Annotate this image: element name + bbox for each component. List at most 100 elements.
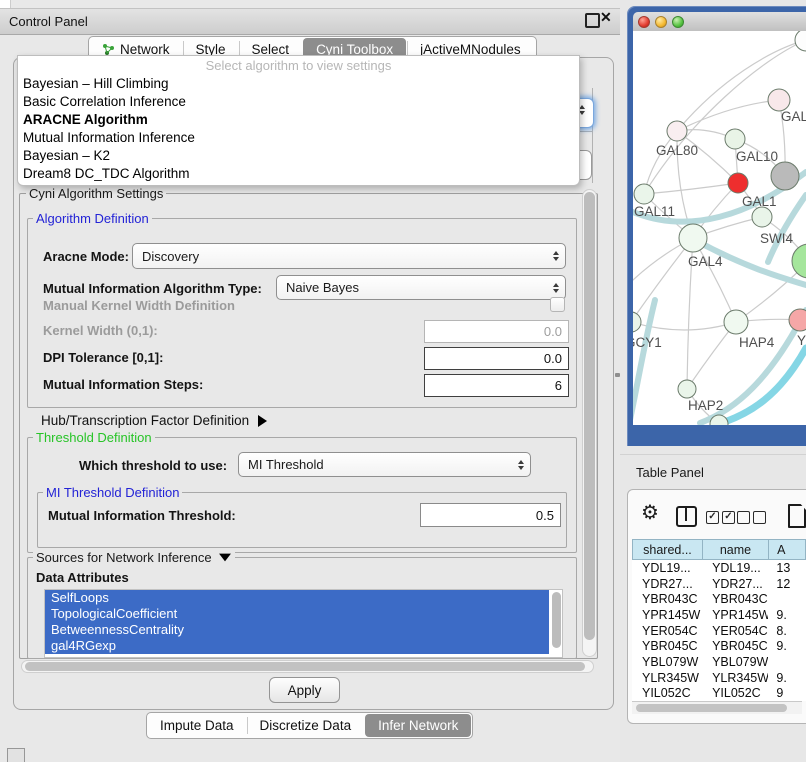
mi-algorithm-type-label: Mutual Information Algorithm Type:	[43, 281, 262, 296]
show-columns-icon[interactable]	[676, 506, 697, 527]
mi-threshold-input[interactable]: 0.5	[420, 503, 561, 527]
table-cell: YLR345W	[632, 671, 702, 685]
table-row[interactable]: YPR145WYPR145W9.	[632, 607, 806, 623]
table-row[interactable]: YDR27...YDR27...12	[632, 576, 806, 592]
mi-steps-input[interactable]: 6	[424, 374, 569, 397]
data-attributes-label: Data Attributes	[36, 570, 129, 585]
top-left-notch	[0, 0, 11, 8]
splitter-handle[interactable]	[615, 373, 620, 377]
network-node-gal1[interactable]	[728, 173, 748, 193]
table-row[interactable]: YER054CYER054C8.	[632, 623, 806, 639]
table-row[interactable]: YLR345WYLR345W9.	[632, 670, 806, 686]
tab-label: Discretize Data	[260, 718, 352, 733]
network-node-swi4[interactable]	[752, 207, 772, 227]
network-node[interactable]	[792, 244, 806, 278]
tab-label: Impute Data	[160, 718, 234, 733]
sources-group-title-row[interactable]: Sources for Network Inference	[33, 550, 235, 565]
table-row[interactable]: YBL079WYBL079W	[632, 654, 806, 670]
which-threshold-value: MI Threshold	[248, 457, 324, 472]
table-cell: 13	[768, 561, 806, 575]
close-traffic-light-icon[interactable]	[638, 16, 650, 28]
new-table-file-icon[interactable]	[788, 504, 806, 528]
settings-vertical-scrollbar[interactable]	[582, 189, 597, 657]
list-scrollbar[interactable]	[552, 592, 561, 648]
network-graph[interactable]: GALGAL80GAL10GAL1GAL11GAL4SWI4GCY1HAP4YH…	[633, 31, 806, 425]
algorithm-option[interactable]: Basic Correlation Inference	[18, 93, 579, 111]
network-node-gal10[interactable]	[725, 129, 745, 149]
table-settings-gear-icon[interactable]: ⚙	[641, 503, 659, 523]
table-row[interactable]: YIL052CYIL052C9	[632, 686, 806, 702]
network-node-y[interactable]	[789, 309, 806, 331]
apply-button[interactable]: Apply	[269, 677, 340, 703]
table-horizontal-scrollbar[interactable]	[632, 701, 802, 714]
select-all-checkboxes-icon[interactable]: ✓ ✓	[706, 511, 735, 524]
algorithm-option[interactable]: Bayesian – K2	[18, 147, 579, 165]
network-edge-thin[interactable]	[644, 183, 738, 194]
network-node[interactable]	[795, 31, 806, 51]
table-row[interactable]: YBR045CYBR045C9.	[632, 638, 806, 654]
network-edge-thin[interactable]	[677, 100, 779, 131]
network-node-gal4[interactable]	[679, 224, 707, 252]
node-label-gal11: GAL11	[634, 204, 675, 219]
close-icon[interactable]: ✕	[600, 9, 612, 26]
column-header-name[interactable]: name	[702, 539, 768, 560]
algorithm-placeholder: Select algorithm to view settings	[18, 56, 579, 75]
which-threshold-select[interactable]: MI Threshold	[238, 452, 531, 477]
table-body[interactable]: YDL19...YDL19...13YDR27...YDR27...12YBR0…	[632, 560, 806, 701]
column-header-a[interactable]: A	[768, 539, 806, 560]
table-row[interactable]: YDL19...YDL19...13	[632, 560, 806, 576]
settings-horizontal-scrollbar[interactable]	[21, 660, 594, 673]
table-header-row[interactable]: shared...nameA	[632, 539, 806, 560]
algorithm-option[interactable]: Dream8 DC_TDC Algorithm	[18, 165, 579, 183]
network-node-gal[interactable]	[768, 89, 790, 111]
minimize-traffic-light-icon[interactable]	[655, 16, 667, 28]
table-row[interactable]: YBR043CYBR043C	[632, 591, 806, 607]
attribute-item-selected[interactable]: BetweennessCentrality	[45, 622, 549, 638]
float-window-icon[interactable]	[585, 13, 600, 28]
table-cell: YIL052C	[632, 686, 702, 700]
cyni-bottom-tabbar: Impute Data Discretize Data Infer Network	[146, 712, 473, 739]
control-panel-titlebar: Control Panel	[0, 8, 620, 35]
network-node-gal11[interactable]	[634, 184, 654, 204]
collapse-arrow-icon	[219, 554, 231, 562]
attribute-item-selected[interactable]: SelfLoops	[45, 590, 549, 606]
data-attributes-list[interactable]: SelfLoopsTopologicalCoefficientBetweenne…	[44, 589, 563, 658]
scrollbar-thumb[interactable]	[636, 704, 787, 712]
table-cell: 9.	[768, 608, 806, 622]
attribute-item-selected[interactable]: TopologicalCoefficient	[45, 606, 549, 622]
node-label-gcy1: GCY1	[633, 335, 662, 350]
network-node-hap4[interactable]	[724, 310, 748, 334]
bottom-tab-infer-network[interactable]: Infer Network	[365, 714, 471, 737]
network-node-hap2[interactable]	[678, 380, 696, 398]
table-cell: YDL19...	[702, 561, 768, 575]
manual-kernel-width-checkbox[interactable]	[550, 297, 565, 312]
network-window-titlebar[interactable]	[633, 12, 806, 32]
mi-threshold-group-title: MI Threshold Definition	[43, 485, 182, 500]
scrollbar-thumb[interactable]	[25, 662, 585, 671]
attribute-item-selected[interactable]: gal4RGexp	[45, 638, 549, 654]
network-node-gcy1[interactable]	[633, 312, 641, 332]
algorithm-option[interactable]: Bayesian – Hill Climbing	[18, 75, 579, 93]
mi-algorithm-type-select[interactable]: Naive Bayes	[276, 275, 566, 300]
zoom-traffic-light-icon[interactable]	[672, 16, 684, 28]
table-cell: YPR145W	[702, 608, 768, 622]
aracne-mode-select[interactable]: Discovery	[132, 243, 566, 269]
bottom-tab-impute-data[interactable]: Impute Data	[147, 713, 247, 738]
dpi-tolerance-input[interactable]: 0.0	[424, 347, 569, 370]
deselect-all-checkboxes-icon[interactable]	[737, 511, 766, 524]
column-header-shared[interactable]: shared...	[632, 539, 702, 560]
network-edge-thin[interactable]	[633, 238, 693, 322]
network-canvas[interactable]: GALGAL80GAL10GAL1GAL11GAL4SWI4GCY1HAP4YH…	[633, 31, 806, 425]
unchecked-box-icon	[737, 511, 750, 524]
bottom-left-widget[interactable]	[7, 748, 25, 762]
algorithm-option[interactable]: ARACNE Algorithm	[18, 111, 579, 129]
network-edge-thin[interactable]	[644, 131, 677, 194]
hub-definition-expander[interactable]: Hub/Transcription Factor Definition	[41, 413, 267, 428]
algorithm-option[interactable]: Mutual Information Inference	[18, 129, 579, 147]
network-node-gal80[interactable]	[667, 121, 687, 141]
algorithm-dropdown-popup: Select algorithm to view settings Bayesi…	[17, 55, 580, 186]
network-edge-cyan[interactable]	[715, 348, 806, 425]
network-node[interactable]	[771, 162, 799, 190]
bottom-tab-discretize-data[interactable]: Discretize Data	[247, 713, 365, 738]
scrollbar-thumb[interactable]	[584, 192, 595, 640]
